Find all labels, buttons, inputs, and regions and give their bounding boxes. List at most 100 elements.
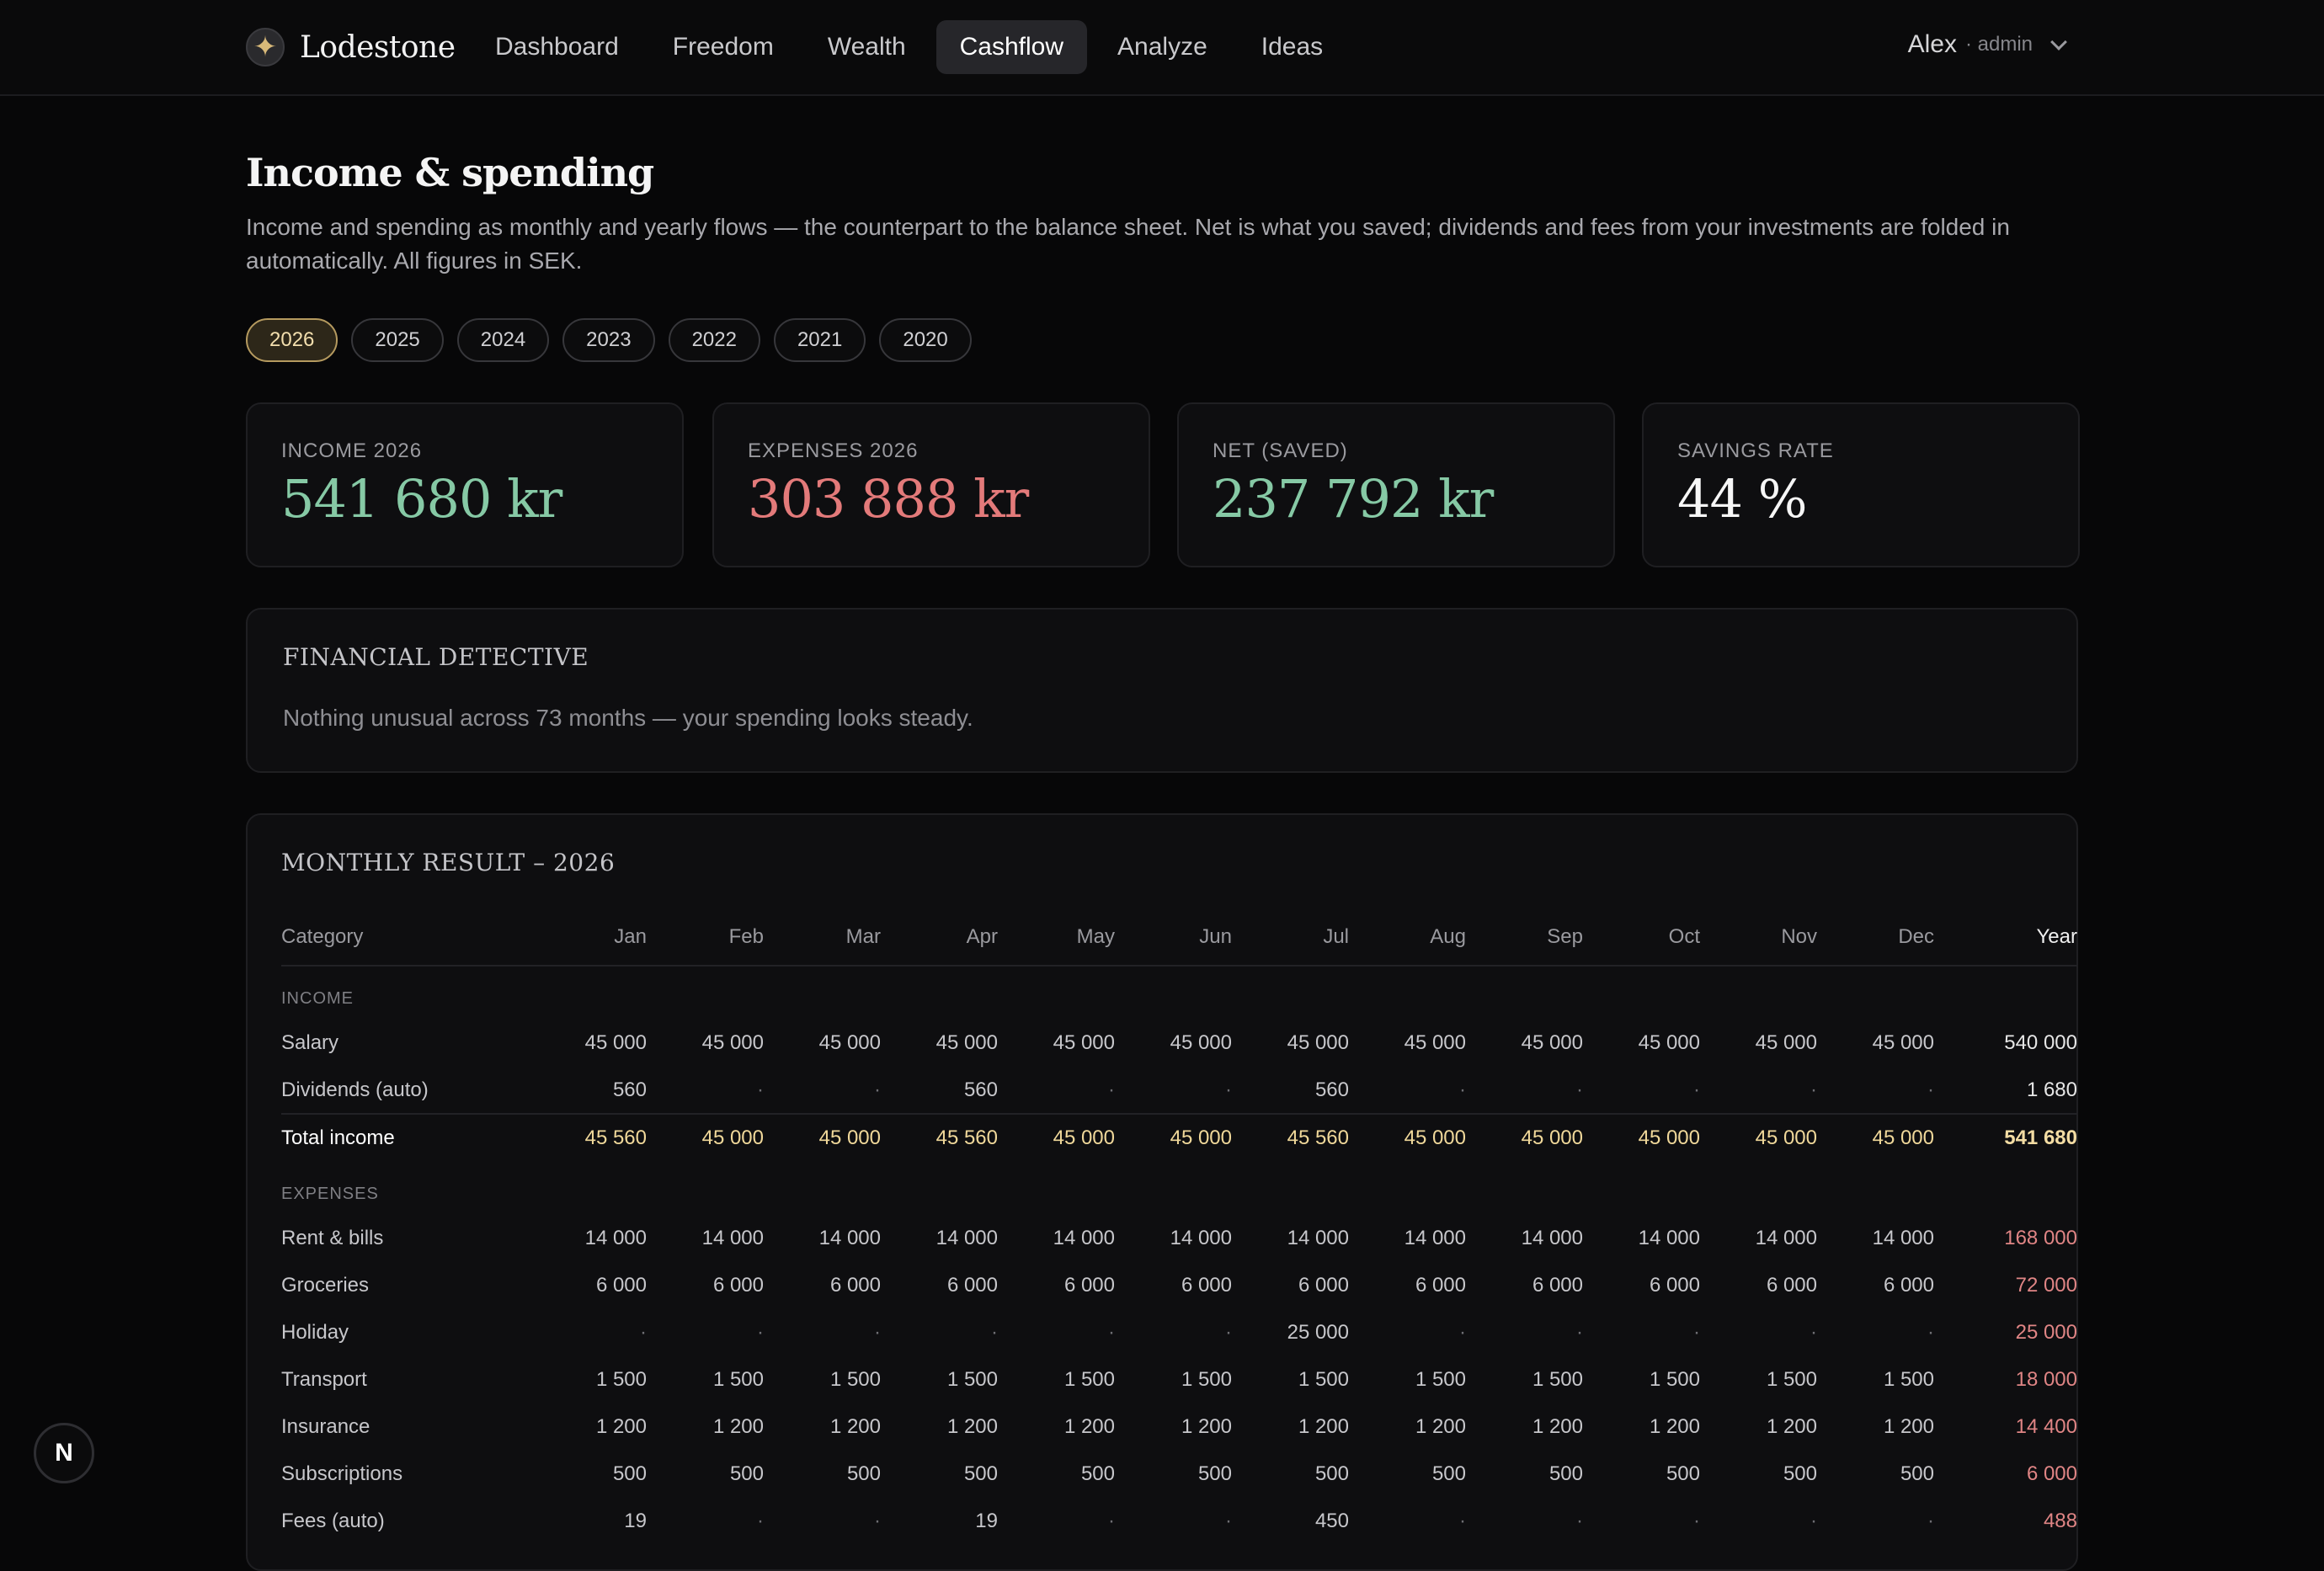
- cell-value: ·: [1810, 1321, 1817, 1344]
- summary-card: INCOME 2026 541 680 kr: [246, 402, 684, 567]
- cell-value: 45 000: [1404, 1031, 1466, 1054]
- cell-value: 1 500: [1181, 1368, 1232, 1391]
- cell-value: 45 000: [818, 1031, 881, 1054]
- nav-item-analyze[interactable]: Analyze: [1094, 20, 1231, 74]
- year-total: 1 680: [2026, 1078, 2077, 1101]
- year-total: 72 000: [2015, 1274, 2077, 1297]
- brand[interactable]: ✦ Lodestone: [246, 24, 456, 71]
- cell-value: 500: [1783, 1462, 1817, 1485]
- main-nav: Dashboard Freedom Wealth Cashflow Analyze Ide…: [472, 20, 1346, 74]
- cell-value: 45 000: [1872, 1031, 1934, 1054]
- cell-value: 500: [612, 1462, 647, 1485]
- page-description: Income and spending as monthly and yearl…: [246, 214, 2010, 274]
- brand-name: Lodestone: [300, 29, 456, 65]
- column-header: Apr: [881, 908, 998, 967]
- row-label: Dividends (auto): [281, 1078, 429, 1101]
- cell-value: 14 000: [584, 1227, 647, 1249]
- cell-value: 45 000: [1583, 1113, 1700, 1161]
- cell-value: ·: [1810, 1510, 1817, 1532]
- card-value: 237 792 kr: [1213, 468, 1494, 530]
- cell-value: 560: [963, 1078, 998, 1101]
- year-total: 541 680: [1934, 1113, 2077, 1161]
- row-label: Salary: [281, 1031, 339, 1054]
- financial-detective-panel: FINANCIAL DETECTIVE Nothing unusual acro…: [246, 608, 2078, 773]
- cell-value: 500: [846, 1462, 881, 1485]
- cell-value: 45 000: [1349, 1113, 1466, 1161]
- year-pill-2023[interactable]: 2023: [562, 318, 655, 362]
- year-pill-2024[interactable]: 2024: [456, 318, 550, 362]
- cell-value: 6 000: [1649, 1274, 1700, 1297]
- cell-value: 45 000: [647, 1113, 764, 1161]
- column-header: Oct: [1583, 908, 1700, 967]
- cell-value: 6 000: [1063, 1274, 1115, 1297]
- year-pill-2021[interactable]: 2021: [773, 318, 866, 362]
- cell-value: 45 000: [1466, 1113, 1583, 1161]
- cell-value: ·: [757, 1321, 764, 1344]
- cell-value: 500: [1314, 1462, 1349, 1485]
- cell-value: 6 000: [1532, 1274, 1583, 1297]
- cell-value: ·: [874, 1510, 881, 1532]
- cell-value: 1 500: [946, 1368, 998, 1391]
- nav-item-cashflow[interactable]: Cashflow: [935, 20, 1088, 74]
- table-row: Transport 1 500 1 500 1 500 1 500 1 500 1 500 1…: [281, 1356, 2077, 1403]
- chevron-down-icon: [2050, 34, 2067, 51]
- cell-value: 45 000: [701, 1031, 764, 1054]
- cell-value: 1 200: [712, 1415, 764, 1438]
- column-header: May: [998, 908, 1115, 967]
- cell-value: 1 500: [712, 1368, 764, 1391]
- table-row: Insurance 1 200 1 200 1 200 1 200 1 200 1 200 1…: [281, 1403, 2077, 1451]
- row-label: Fees (auto): [281, 1510, 385, 1532]
- cell-value: 45 000: [764, 1113, 881, 1161]
- summary-card: NET (SAVED) 237 792 kr: [1177, 402, 1615, 567]
- column-header: Aug: [1349, 908, 1466, 967]
- row-label: Groceries: [281, 1274, 370, 1297]
- cell-value: 6 000: [712, 1274, 764, 1297]
- card-label: NET (SAVED): [1213, 439, 1348, 462]
- nav-item-freedom[interactable]: Freedom: [649, 20, 797, 74]
- cell-value: 1 200: [1415, 1415, 1466, 1438]
- year-pill-2022[interactable]: 2022: [668, 318, 760, 362]
- cell-value: 45 000: [1817, 1113, 1934, 1161]
- user-menu[interactable]: Alex · admin: [1908, 30, 2067, 59]
- table-header-row: Category Jan Feb Mar Apr May Jun Jul Aug Sep Oct No…: [281, 908, 2077, 967]
- cell-value: 45 560: [881, 1113, 998, 1161]
- nav-item-dashboard[interactable]: Dashboard: [472, 20, 642, 74]
- cell-value: 6 000: [1181, 1274, 1232, 1297]
- cell-value: ·: [1576, 1321, 1583, 1344]
- year-pill-2020[interactable]: 2020: [879, 318, 972, 362]
- user-role: · admin: [1964, 33, 2033, 56]
- card-value: 541 680 kr: [281, 468, 562, 530]
- cell-value: ·: [1576, 1510, 1583, 1532]
- cell-value: 6 000: [946, 1274, 998, 1297]
- nav-item-ideas[interactable]: Ideas: [1238, 20, 1346, 74]
- cell-value: 45 000: [584, 1031, 647, 1054]
- nav-item-wealth[interactable]: Wealth: [804, 20, 930, 74]
- cell-value: 45 000: [1170, 1031, 1232, 1054]
- page-title: Income & spending: [246, 150, 654, 195]
- cell-value: 6 000: [829, 1274, 881, 1297]
- card-label: EXPENSES 2026: [748, 439, 919, 462]
- cell-value: 1 200: [1298, 1415, 1349, 1438]
- column-header: Jul: [1232, 908, 1349, 967]
- cell-value: 14 000: [1521, 1227, 1583, 1249]
- cell-value: 45 000: [998, 1113, 1115, 1161]
- summary-card: EXPENSES 2026 303 888 kr: [712, 402, 1150, 567]
- cell-value: 14 000: [1872, 1227, 1934, 1249]
- year-pill-2025[interactable]: 2025: [351, 318, 444, 362]
- year-pill-2026[interactable]: 2026: [246, 318, 338, 362]
- table-row: Fees (auto) 19 · · 19 · · 450 · · · · · 488: [281, 1498, 2077, 1545]
- section-row: EXPENSES: [281, 1161, 2077, 1215]
- cell-value: 1 200: [1649, 1415, 1700, 1438]
- cell-value: 14 000: [1404, 1227, 1466, 1249]
- cell-value: 500: [1666, 1462, 1700, 1485]
- dev-tools-badge[interactable]: N: [34, 1423, 94, 1483]
- year-total: 488: [2043, 1510, 2077, 1532]
- cell-value: 14 000: [818, 1227, 881, 1249]
- cell-value: 14 000: [1287, 1227, 1349, 1249]
- cell-value: 6 000: [1298, 1274, 1349, 1297]
- cell-value: ·: [1927, 1510, 1934, 1532]
- cell-value: 6 000: [1883, 1274, 1934, 1297]
- cell-value: ·: [1225, 1321, 1232, 1344]
- cell-value: ·: [1927, 1321, 1934, 1344]
- column-header: Jan: [534, 908, 647, 967]
